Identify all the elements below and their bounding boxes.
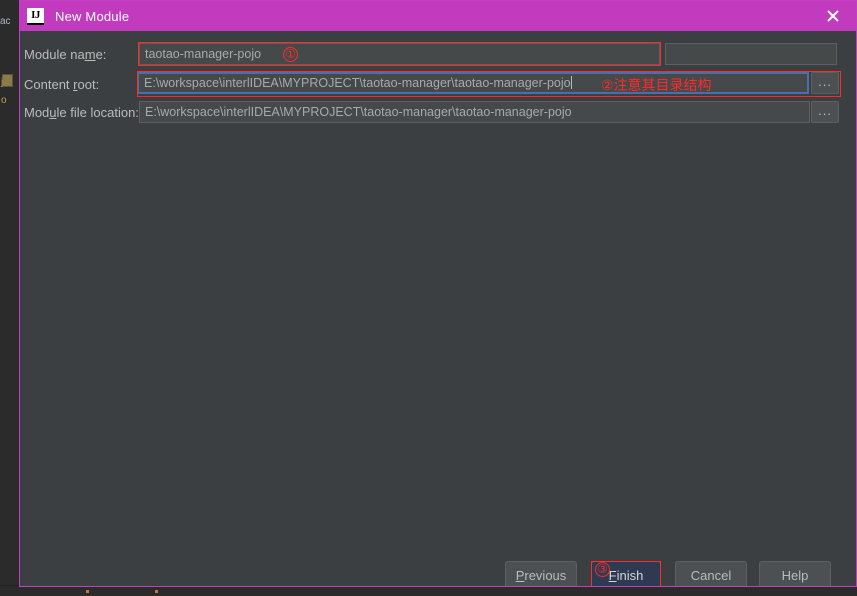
dialog-body: Module name: taotao-manager-pojo ① Conte… [20,31,856,586]
module-file-location-input[interactable]: E:\workspace\interlIDEA\MYPROJECT\taotao… [139,101,810,123]
ide-status-mark [155,590,158,593]
intellij-idea-icon: IJ [27,7,44,25]
dialog-title: New Module [55,8,130,24]
background-text-fragment-bottom: o [1,95,7,106]
annotation-note-2: ②注意其目录结构 [601,78,712,94]
content-root-label: Content root: [24,77,100,92]
text-caret [570,76,572,89]
background-text-fragment-mid: j [1,77,4,88]
close-icon[interactable] [810,1,856,31]
module-name-input[interactable]: taotao-manager-pojo [139,43,660,65]
content-root-browse-button[interactable]: ... [811,72,839,94]
annotation-marker-1: ① [283,47,298,62]
dialog-title-bar[interactable]: IJ New Module [20,1,856,31]
background-text-fragment-top: ac [0,16,11,27]
content-root-value: E:\workspace\interlIDEA\MYPROJECT\taotao… [144,76,571,90]
previous-button[interactable]: Previous [505,561,577,586]
module-file-location-browse-button[interactable]: ... [811,101,839,123]
new-module-dialog: IJ New Module Module name: taotao-manage… [19,0,857,587]
module-name-label: Module name: [24,47,107,62]
module-file-location-label: Module file location: [24,105,139,120]
ide-status-mark [86,590,89,593]
module-name-secondary-field[interactable] [665,43,837,65]
cancel-button[interactable]: Cancel [675,561,747,586]
annotation-marker-3: ③ [595,562,610,577]
ide-file-icon [2,74,13,87]
help-button[interactable]: Help [759,561,831,586]
